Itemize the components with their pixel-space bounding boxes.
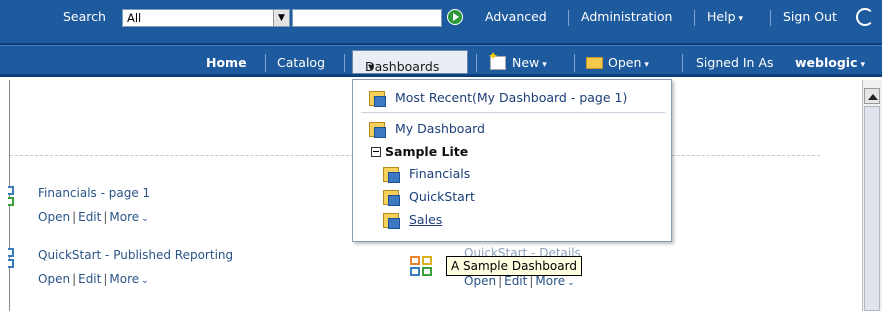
dashboards-dropdown-menu: Most Recent(My Dashboard - page 1) My Da…	[352, 79, 672, 242]
chevron-down-icon: ⌄	[141, 276, 149, 286]
open-link[interactable]: Open	[464, 274, 496, 288]
open-menu[interactable]: Open ▾	[608, 54, 649, 74]
more-menu[interactable]: More ⌄	[535, 274, 574, 288]
sign-out-link[interactable]: Sign Out	[783, 8, 837, 26]
chevron-down-icon: ▾	[368, 59, 375, 74]
dashboard-folder-icon	[369, 91, 386, 107]
search-label: Search	[63, 9, 106, 24]
folder-icon	[586, 57, 603, 69]
dashboard-folder-icon	[383, 190, 400, 206]
edit-link[interactable]: Edit	[504, 274, 527, 288]
dashboard-actions: Open | Edit | More ⌄	[464, 274, 575, 288]
chevron-down-icon: ▾	[644, 60, 649, 70]
menu-item-label: Most Recent(My Dashboard - page 1)	[395, 90, 628, 105]
nav-divider	[574, 54, 575, 72]
global-header: Search All ▼ Advanced Administration Hel…	[0, 0, 882, 45]
scroll-up-arrow-icon[interactable]	[864, 88, 880, 104]
chevron-down-icon: ▾	[542, 60, 547, 70]
oracle-ring-icon	[856, 8, 874, 26]
dashboard-actions: Open | Edit | More ⌄	[38, 210, 149, 224]
collapse-icon[interactable]	[371, 147, 381, 157]
open-link[interactable]: Open	[38, 272, 70, 286]
search-scope-select[interactable]: All ▼	[122, 9, 290, 27]
main-nav-bar: Home Catalog Dashboards▾ New▾ Open▾ Sign…	[0, 45, 882, 77]
help-label: Help	[707, 9, 736, 24]
chevron-down-icon: ▾	[860, 60, 866, 70]
dashboard-folder-icon	[369, 122, 386, 138]
header-divider	[568, 10, 569, 26]
search-scope-value: All	[127, 11, 142, 25]
header-divider	[694, 10, 695, 26]
administration-link[interactable]: Administration	[581, 8, 672, 26]
nav-divider	[476, 54, 477, 72]
dashboard-folder-icon	[383, 167, 400, 183]
menu-group-sample-lite[interactable]: Sample Lite	[371, 144, 468, 159]
dashboard-actions: Open | Edit | More ⌄	[38, 272, 149, 286]
nav-divider	[682, 54, 683, 72]
edit-link[interactable]: Edit	[78, 272, 101, 286]
dashboard-icon[interactable]	[8, 248, 22, 270]
open-link[interactable]: Open	[38, 210, 70, 224]
catalog-link[interactable]: Catalog	[277, 54, 325, 72]
search-input[interactable]	[292, 9, 442, 27]
home-link[interactable]: Home	[206, 54, 247, 72]
advanced-link[interactable]: Advanced	[485, 8, 547, 26]
menu-item-label: Financials	[409, 166, 471, 181]
username-menu[interactable]: weblogic ▾	[795, 54, 865, 74]
chevron-down-icon: ⌄	[567, 278, 575, 288]
new-menu[interactable]: New ▾	[512, 54, 547, 74]
header-divider	[770, 10, 771, 26]
new-document-icon	[488, 49, 506, 70]
signed-in-as-label: Signed In As	[696, 55, 774, 70]
dashboard-title-quickstart-published[interactable]: QuickStart - Published Reporting	[38, 248, 233, 262]
more-menu[interactable]: More ⌄	[109, 272, 148, 286]
dashboards-menu-button[interactable]: Dashboards ▾	[352, 50, 468, 74]
dashboard-icon[interactable]	[410, 256, 434, 278]
scroll-thumb[interactable]	[864, 106, 880, 311]
help-menu[interactable]: Help ▾	[707, 8, 743, 28]
more-menu[interactable]: More ⌄	[109, 210, 148, 224]
menu-separator	[361, 112, 665, 113]
nav-divider	[344, 54, 345, 72]
chevron-down-icon: ⌄	[141, 214, 149, 224]
dashboard-folder-icon	[383, 213, 400, 229]
chevron-down-icon: ▾	[738, 14, 744, 24]
dashboard-title-financials[interactable]: Financials - page 1	[38, 186, 150, 200]
menu-item-label: Sales	[409, 212, 443, 227]
menu-item-label: My Dashboard	[395, 121, 485, 136]
search-go-icon[interactable]	[447, 9, 463, 25]
menu-item-label: QuickStart	[409, 189, 475, 204]
nav-divider	[265, 54, 266, 72]
edit-link[interactable]: Edit	[78, 210, 101, 224]
chevron-down-icon[interactable]: ▼	[273, 10, 289, 26]
tooltip: A Sample Dashboard	[446, 256, 582, 276]
dashboard-icon[interactable]	[8, 186, 22, 208]
